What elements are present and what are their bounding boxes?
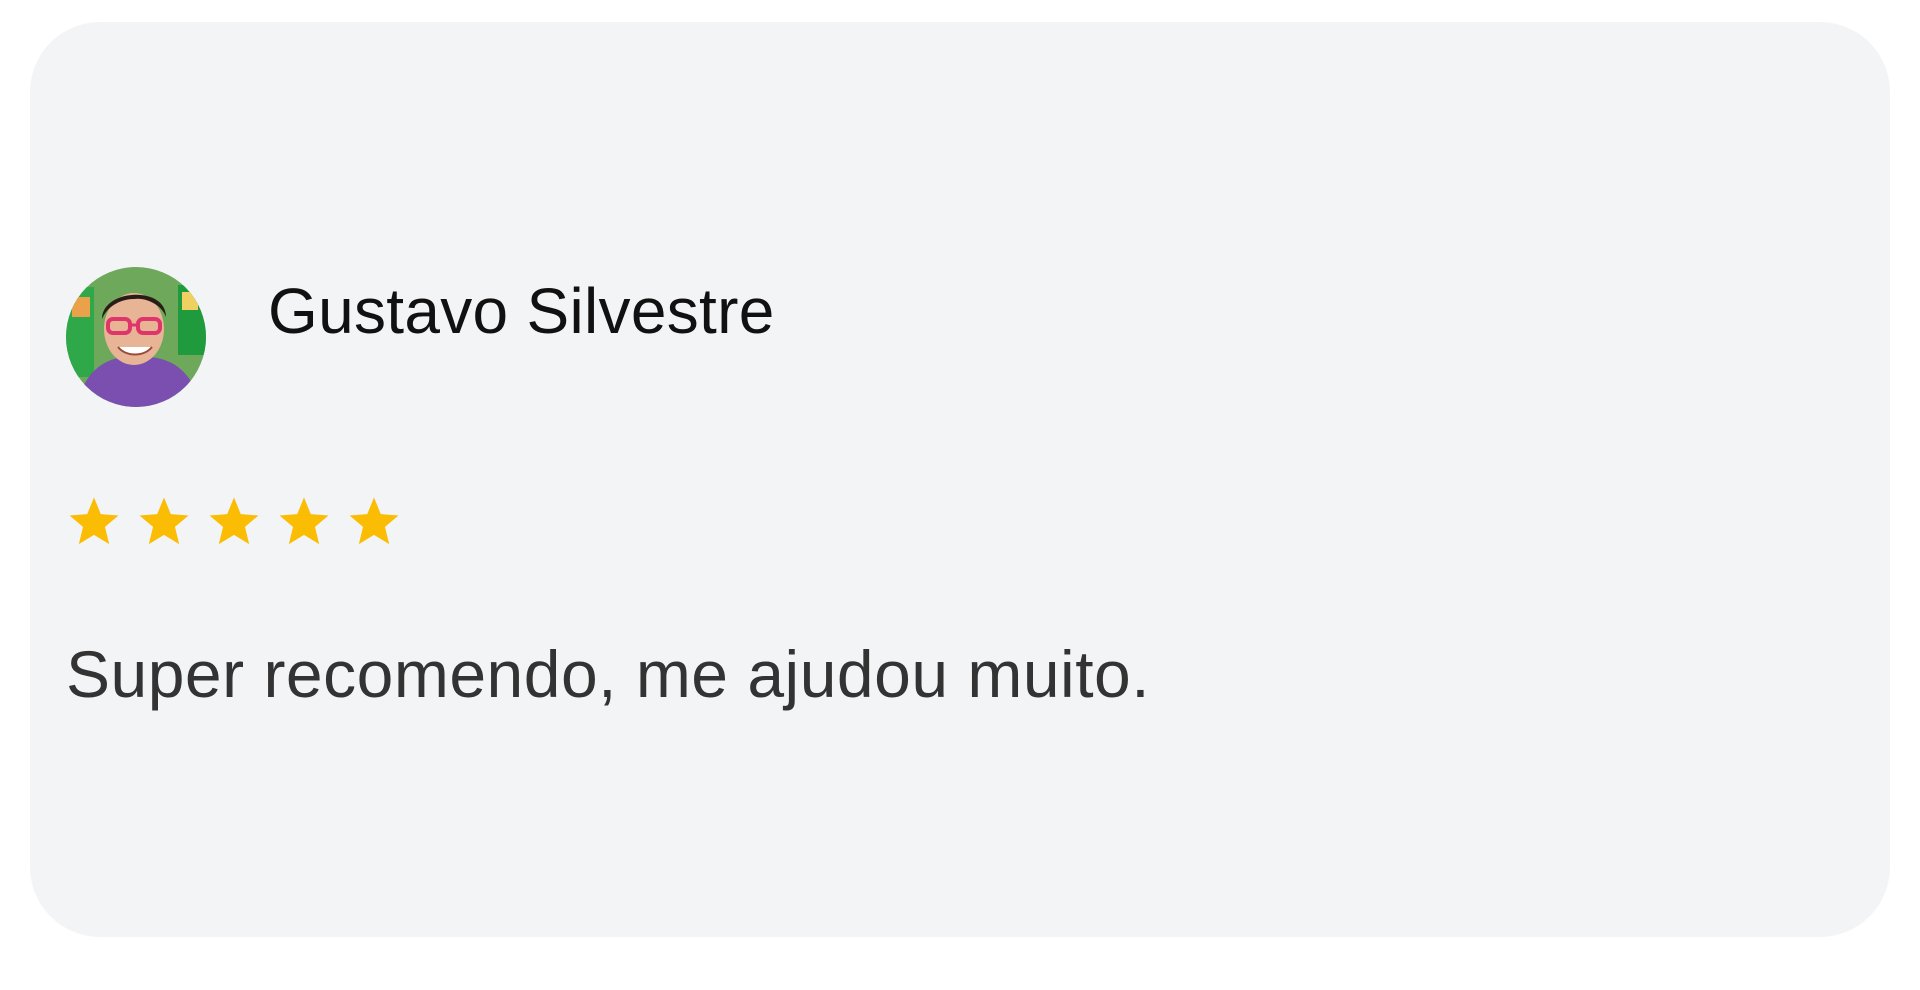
review-text: Super recomendo, me ajudou muito. <box>66 637 1151 711</box>
avatar <box>66 267 206 407</box>
user-photo-avatar-icon <box>66 267 206 407</box>
star-icon <box>139 497 189 545</box>
review-header: Gustavo Silvestre <box>66 267 775 407</box>
star-rating <box>66 494 402 550</box>
star-icon <box>209 497 259 545</box>
star-icon <box>349 497 399 545</box>
star-icon <box>69 497 119 545</box>
review-card: Gustavo Silvestre Super recomendo, me aj… <box>30 22 1890 937</box>
star-icon <box>279 497 329 545</box>
author-name: Gustavo Silvestre <box>268 275 775 347</box>
